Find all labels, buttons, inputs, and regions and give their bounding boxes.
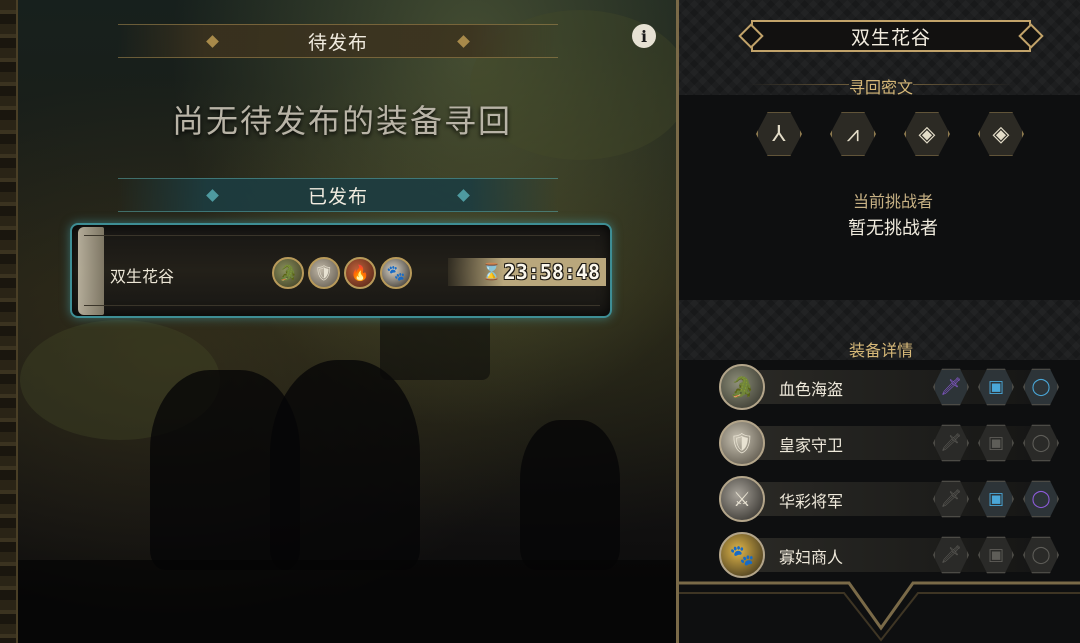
published-header-label: 已发布 (307, 185, 368, 208)
challenger-title: 当前挑战者 (852, 192, 933, 211)
weapon-slot-icon[interactable]: 🗡 (933, 368, 969, 406)
cat-silhouette (520, 420, 620, 570)
divider-line (749, 84, 849, 85)
weapon-slot-icon[interactable]: 🗡 (933, 536, 969, 574)
knight-portrait-icon: 🛡 (308, 257, 340, 289)
cipher-title: 寻回密文 (848, 78, 913, 97)
diamond-ornament-icon (457, 35, 470, 48)
armor-slot-icon[interactable]: ▣ (978, 480, 1014, 518)
hero-row[interactable]: 🐾 寡妇商人 🗡 ▣ ◯ (719, 530, 1064, 580)
crocodile-avatar-icon: 🐊 (719, 364, 765, 410)
published-map-name: 双生花谷 (110, 267, 175, 286)
knight-avatar-icon: 🛡 (719, 420, 765, 466)
map-title-banner: 双生花谷 (738, 20, 1044, 52)
equipment-slots: 🗡 ▣ ◯ (933, 368, 1059, 406)
widow-portrait-icon: 🐾 (380, 257, 412, 289)
published-expedition-card[interactable]: 双生花谷 🐊 🛡 🔥 🐾 ⌛ 23:58:48 (70, 223, 612, 318)
hero-name: 华彩将军 (779, 492, 844, 511)
crocodile-portrait-icon: 🐊 (272, 257, 304, 289)
divider-line (913, 84, 1013, 85)
rune-2-icon[interactable]: ⩘ (827, 108, 879, 160)
weapon-slot-icon[interactable]: 🗡 (933, 480, 969, 518)
equipment-slots: 🗡 ▣ ◯ (933, 480, 1059, 518)
cipher-section-title: 寻回密文 (679, 74, 1080, 98)
ring-slot-icon[interactable]: ◯ (1023, 480, 1059, 518)
hero-name: 血色海盗 (779, 380, 844, 399)
diamond-ornament-icon (206, 189, 219, 202)
rune-1-icon[interactable]: ⅄ (753, 108, 805, 160)
diamond-ornament-icon (206, 35, 219, 48)
countdown-timer: 23:58:48 (503, 260, 600, 284)
hero-silhouette (270, 360, 420, 570)
equipment-slots: 🗡 ▣ ◯ (933, 536, 1059, 574)
armor-slot-icon[interactable]: ▣ (978, 536, 1014, 574)
ground-shadow (0, 560, 676, 643)
pending-header: 待发布 (118, 24, 558, 58)
ring-slot-icon[interactable]: ◯ (1023, 536, 1059, 574)
pending-header-label: 待发布 (307, 31, 368, 54)
hourglass-icon: ⌛ (481, 262, 502, 281)
empty-pending-message: 尚无待发布的装备寻回 (171, 102, 512, 140)
panel-bottom-ornament (679, 581, 1080, 642)
equipment-slots: 🗡 ▣ ◯ (933, 424, 1059, 462)
armor-slot-icon[interactable]: ▣ (978, 368, 1014, 406)
hero-name: 寡妇商人 (779, 548, 844, 567)
ring-slot-icon[interactable]: ◯ (1023, 368, 1059, 406)
ring-slot-icon[interactable]: ◯ (1023, 424, 1059, 462)
hero-name: 皇家守卫 (779, 436, 844, 455)
cipher-runes: ⅄ ⩘ ◈ ◈ (753, 108, 1027, 160)
rune-3-icon[interactable]: ◈ (901, 108, 953, 160)
countdown-box: ⌛ 23:58:48 (448, 258, 606, 286)
hero-row[interactable]: 🛡 皇家守卫 🗡 ▣ ◯ (719, 418, 1064, 468)
hero-row[interactable]: 🐊 血色海盗 🗡 ▣ ◯ (719, 362, 1064, 412)
diamond-ornament-icon (457, 189, 470, 202)
detail-panel: 双生花谷 寻回密文 ⅄ ⩘ ◈ ◈ 当前挑战者 暂无挑战者 装备详情 🐊 血色海… (676, 0, 1080, 643)
hero-row[interactable]: ⚔ 华彩将军 🗡 ▣ ◯ (719, 474, 1064, 524)
challenger-value: 暂无挑战者 (848, 218, 938, 239)
map-title: 双生花谷 (850, 26, 931, 49)
red-warrior-portrait-icon: 🔥 (344, 257, 376, 289)
armor-slot-icon[interactable]: ▣ (978, 424, 1014, 462)
weapon-slot-icon[interactable]: 🗡 (933, 424, 969, 462)
hero-portraits: 🐊 🛡 🔥 🐾 (272, 257, 412, 289)
info-icon[interactable]: i (632, 24, 656, 48)
equipment-title: 装备详情 (848, 341, 913, 360)
widow-avatar-icon: 🐾 (719, 532, 765, 578)
published-header: 已发布 (118, 178, 558, 212)
equipment-section-title: 装备详情 (679, 337, 1080, 361)
rune-4-icon[interactable]: ◈ (975, 108, 1027, 160)
decorative-border (0, 0, 18, 643)
general-avatar-icon: ⚔ (719, 476, 765, 522)
